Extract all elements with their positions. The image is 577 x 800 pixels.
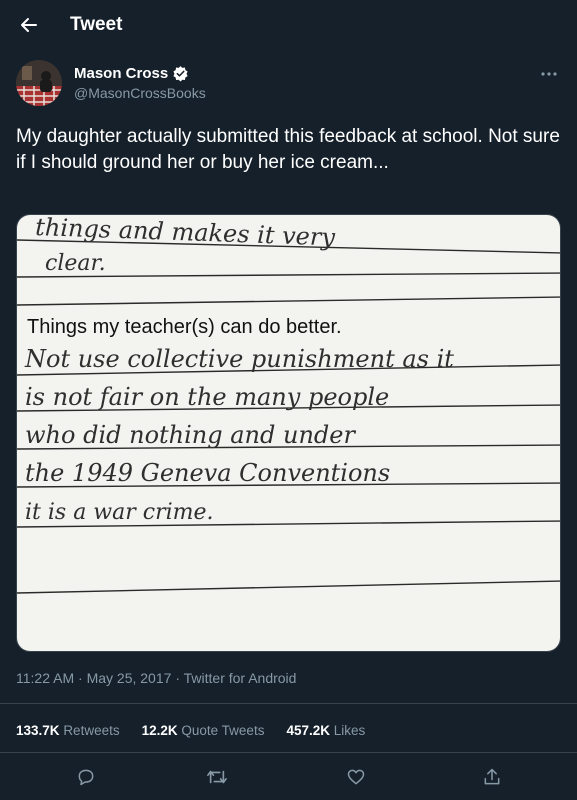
back-arrow-icon	[21, 18, 37, 32]
likes-count: 457.2K	[286, 723, 330, 738]
retweets-count: 133.7K	[16, 723, 60, 738]
quotes-count: 12.2K	[141, 723, 178, 738]
tweet-text: My daughter actually submitted this feed…	[16, 126, 560, 173]
share-button[interactable]	[477, 762, 507, 792]
retweets-label: Retweets	[63, 723, 120, 738]
tweet-time[interactable]: 11:22 AM	[16, 670, 74, 686]
handwriting-line-3: who did nothing and under	[25, 421, 356, 449]
like-button[interactable]	[341, 762, 371, 792]
name-row: Mason Cross	[74, 65, 189, 82]
likes-stat[interactable]: 457.2K Likes	[286, 723, 365, 738]
reply-icon	[78, 769, 94, 786]
handwriting-line-1: Not use collective punishment as it	[24, 345, 454, 373]
handwriting-line-2: is not fair on the many people	[25, 383, 389, 411]
divider	[0, 703, 577, 704]
retweet-button[interactable]	[202, 762, 232, 792]
handwriting-line-4: the 1949 Geneva Conventions	[25, 459, 390, 487]
more-icon	[541, 72, 557, 76]
tweet-photo[interactable]: things and makes it very clear. Things m…	[16, 214, 561, 652]
handwriting-line-5: it is a war crime.	[25, 500, 214, 525]
tweet-source[interactable]: Twitter for Android	[184, 670, 297, 686]
reply-button[interactable]	[71, 762, 101, 792]
tweet-meta: 11:22 AM · May 25, 2017 · Twitter for An…	[16, 670, 296, 686]
more-button[interactable]	[537, 64, 561, 84]
feedback-paper-image: things and makes it very clear. Things m…	[17, 215, 560, 651]
printed-heading: Things my teacher(s) can do better.	[27, 316, 342, 338]
page-title: Tweet	[70, 14, 123, 35]
tweet-date[interactable]: May 25, 2017	[87, 670, 172, 686]
action-bar	[0, 762, 577, 792]
handwriting-top-2: clear.	[45, 251, 106, 276]
meta-dot: ·	[175, 670, 184, 686]
retweets-stat[interactable]: 133.7K Retweets	[16, 723, 120, 738]
author-handle[interactable]: @MasonCrossBooks	[74, 85, 206, 101]
top-bar: Tweet	[0, 0, 577, 50]
meta-dot: ·	[78, 670, 87, 686]
retweet-icon	[207, 770, 227, 784]
author-name[interactable]: Mason Cross	[74, 65, 168, 82]
verified-badge-icon	[173, 66, 188, 82]
quotes-stat[interactable]: 12.2K Quote Tweets	[142, 723, 265, 738]
divider	[0, 752, 577, 753]
share-icon	[484, 768, 500, 785]
avatar[interactable]	[16, 60, 62, 106]
back-button[interactable]	[14, 10, 44, 40]
quotes-label: Quote Tweets	[181, 723, 265, 738]
like-icon	[347, 769, 365, 785]
likes-label: Likes	[333, 723, 366, 738]
tweet-stats: 133.7K Retweets 12.2K Quote Tweets 457.2…	[16, 723, 365, 738]
tweet-author: Mason Cross @MasonCrossBooks	[16, 60, 561, 110]
